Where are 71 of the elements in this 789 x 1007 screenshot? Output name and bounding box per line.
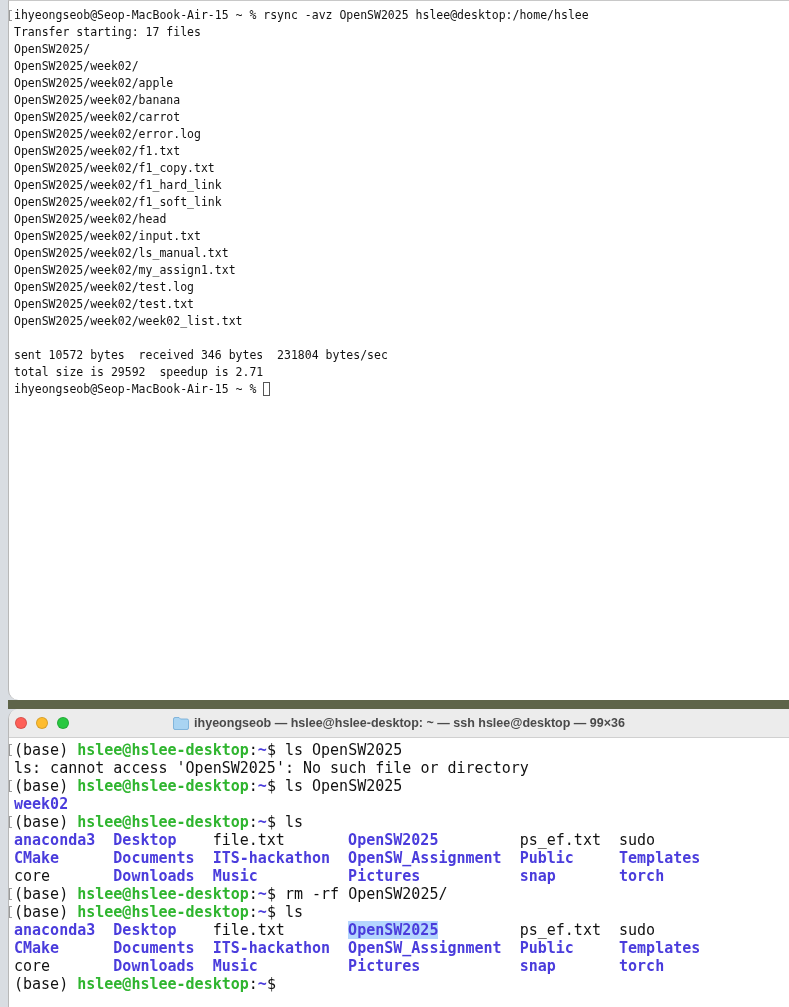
folder-name: snap: [519, 957, 556, 975]
folder-name: Documents: [113, 849, 195, 867]
minimize-button[interactable]: [36, 717, 48, 729]
prompt-line: (base) hslee@hslee-desktop:~$ ls OpenSW2025: [14, 777, 403, 795]
terminal-line: OpenSW2025/week02/f1_copy.txt: [14, 161, 215, 175]
folder-name: Downloads: [113, 867, 195, 885]
folder-name: torch: [619, 957, 665, 975]
file-name: file.txt: [212, 921, 285, 939]
file-name: file.txt: [212, 831, 285, 849]
terminal-line: OpenSW2025/week02/test.log: [14, 280, 194, 294]
terminal-line: OpenSW2025/week02/head: [14, 212, 167, 226]
terminal-line: OpenSW2025/week02/f1.txt: [14, 144, 181, 158]
folder-name: Public: [519, 939, 574, 957]
folder-name: Downloads: [113, 957, 195, 975]
prompt-line: (base) hslee@hslee-desktop:~$: [14, 975, 276, 993]
folder-name: ITS-hackathon: [212, 939, 331, 957]
terminal-line: OpenSW2025/: [14, 42, 91, 56]
close-button[interactable]: [15, 717, 27, 729]
folder-name: CMake: [14, 939, 60, 957]
terminal-line: sent 10572 bytes received 346 bytes 231804 bytes/sec: [14, 348, 388, 362]
folder-name: Music: [212, 957, 258, 975]
terminal-line: OpenSW2025/week02/banana: [14, 93, 181, 107]
folder-name: week02: [14, 795, 69, 813]
folder-name: Pictures: [348, 867, 421, 885]
folder-name: snap: [519, 867, 556, 885]
folder-name: OpenSW_Assignment: [348, 849, 502, 867]
terminal-line: OpenSW2025/week02/week02_list.txt: [14, 314, 243, 328]
terminal-line: OpenSW2025/week02/carrot: [14, 110, 181, 124]
folder-name: OpenSW2025: [348, 921, 439, 939]
folder-name: Templates: [619, 849, 701, 867]
zoom-button[interactable]: [57, 717, 69, 729]
prompt-line: (base) hslee@hslee-desktop:~$ rm -rf OpenSW2025/: [14, 885, 448, 903]
terminal-line: OpenSW2025/week02/: [14, 59, 139, 73]
prompt-line: (base) hslee@hslee-desktop:~$ ls: [14, 813, 303, 831]
terminal-line: OpenSW2025/week02/f1_soft_link: [14, 195, 222, 209]
terminal-line: OpenSW2025/week02/input.txt: [14, 229, 201, 243]
file-name: ps_ef.txt: [519, 831, 601, 849]
file-name: sudo: [619, 921, 656, 939]
terminal-line: OpenSW2025/week02/error.log: [14, 127, 201, 141]
terminal-line: ihyeongseob@Seop-MacBook-Air-15 ~ % rsync -avz OpenSW2025 hslee@desktop:/home/hslee: [14, 8, 589, 22]
prompt-line: (base) hslee@hslee-desktop:~$ ls OpenSW2025: [14, 741, 403, 759]
folder-name: CMake: [14, 849, 60, 867]
terminal-line: Transfer starting: 17 files: [14, 25, 201, 39]
terminal-line: ihyeongseob@Seop-MacBook-Air-15 ~ %: [14, 382, 257, 396]
file-name: ps_ef.txt: [519, 921, 601, 939]
folder-name: torch: [619, 867, 665, 885]
file-name: core: [14, 867, 51, 885]
file-name: core: [14, 957, 51, 975]
folder-name: Pictures: [348, 957, 421, 975]
folder-name: Documents: [113, 939, 195, 957]
prompt-line: (base) hslee@hslee-desktop:~$ ls: [14, 903, 303, 921]
folder-name: Music: [212, 867, 258, 885]
terminal-line: OpenSW2025/week02/apple: [14, 76, 174, 90]
folder-name: anaconda3: [14, 921, 96, 939]
terminal-line: ls: cannot access 'OpenSW2025': No such file or directory: [14, 759, 529, 777]
folder-name: anaconda3: [14, 831, 96, 849]
window-title: ihyeongseob — hslee@hslee-desktop: ~ — ssh hslee@desktop — 99×36: [194, 716, 625, 730]
folder-name: Desktop: [113, 921, 177, 939]
folder-name: OpenSW2025: [348, 831, 439, 849]
terminal-line: OpenSW2025/week02/f1_hard_link: [14, 178, 222, 192]
folder-icon: [173, 716, 190, 730]
terminal-line: OpenSW2025/week02/test.txt: [14, 297, 194, 311]
terminal-line: total size is 29592 speedup is 2.71: [14, 365, 264, 379]
terminal-line: OpenSW2025/week02/ls_manual.txt: [14, 246, 229, 260]
file-name: sudo: [619, 831, 656, 849]
terminal-line: OpenSW2025/week02/my_assign1.txt: [14, 263, 236, 277]
folder-name: Desktop: [113, 831, 177, 849]
folder-name: Templates: [619, 939, 701, 957]
folder-name: ITS-hackathon: [212, 849, 331, 867]
folder-name: Public: [519, 849, 574, 867]
folder-name: OpenSW_Assignment: [348, 939, 502, 957]
